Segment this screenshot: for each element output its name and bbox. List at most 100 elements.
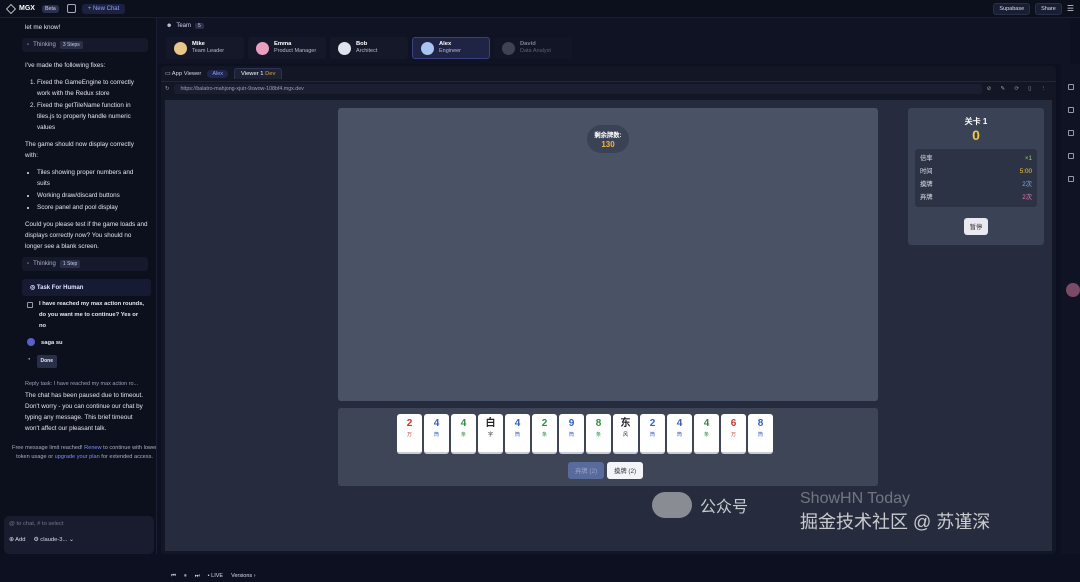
mahjong-tile[interactable]: 8筒	[748, 414, 773, 454]
game-area: 剩余牌数: 130 关卡 1 0 倍率 ×1 时间 5:00 摸牌 2次 弃牌 2次 暂停 2万…	[165, 100, 1052, 579]
url-field[interactable]: https://balatro-mahjong-xjutr-9swow-108b…	[174, 84, 982, 94]
thinking-icon: ▫	[27, 42, 30, 48]
mahjong-tile[interactable]: 2筒	[640, 414, 665, 454]
member-emma[interactable]: Emma Product Manager	[248, 37, 326, 59]
floating-button[interactable]	[1066, 283, 1080, 297]
stat-row: 时间 5:00	[920, 165, 1032, 178]
renew-link[interactable]: Renew	[84, 445, 101, 451]
versions-button[interactable]: Versions ›	[231, 573, 255, 579]
toolbar-icons[interactable]: ⊘ ✎ ⟳ ▯ ⋮	[987, 86, 1056, 92]
chat-message: I've made the following fixes:	[25, 62, 106, 69]
avatar	[256, 41, 269, 55]
sidebar-toggle-icon[interactable]	[66, 4, 76, 13]
avatar	[502, 41, 515, 55]
member-alex[interactable]: Alex Engineer	[412, 37, 490, 59]
skip-forward-icon[interactable]: ⏭	[195, 573, 200, 580]
stat-value: 2次	[1022, 181, 1032, 188]
chat-message: The chat has been paused due to timeout.…	[25, 392, 143, 432]
beta-badge: Beta	[41, 4, 59, 13]
playback-bar: ⏮ ⏸ ⏭ • LIVE Versions ›	[169, 570, 1055, 582]
level-title: 关卡 1	[964, 117, 988, 126]
chat-input[interactable]: @ to chat, # to select ⊕ Add ⚙ claude-3..…	[4, 516, 154, 554]
rail-icon[interactable]	[1067, 176, 1074, 182]
upgrade-link[interactable]: upgrade your plan	[55, 454, 100, 460]
stat-value: ×1	[1024, 155, 1032, 162]
rail-icon[interactable]	[1067, 84, 1074, 90]
mahjong-tile[interactable]: 6万	[721, 414, 746, 454]
mahjong-tile[interactable]: 4筒	[667, 414, 692, 454]
score-panel: 关卡 1 0 倍率 ×1 时间 5:00 摸牌 2次 弃牌 2次 暂停	[908, 108, 1044, 245]
stats-table: 倍率 ×1 时间 5:00 摸牌 2次 弃牌 2次	[915, 149, 1037, 207]
new-chat-button[interactable]: + New Chat	[81, 3, 126, 14]
share-button[interactable]: Share	[1035, 2, 1062, 15]
avatar	[174, 41, 187, 55]
mahjong-tile[interactable]: 8条	[586, 414, 611, 454]
list-item: Fixed the GameEngine to correctly work w…	[37, 77, 148, 99]
tile-suit: 筒	[433, 432, 439, 438]
remaining-tiles-counter: 剩余牌数: 130	[587, 125, 629, 153]
tile-suit: 条	[541, 432, 547, 438]
alex-badge[interactable]: Alex	[207, 69, 229, 78]
mahjong-tile[interactable]: 4条	[451, 414, 476, 454]
avatar	[421, 41, 434, 55]
mahjong-tile[interactable]: 9筒	[559, 414, 584, 454]
tile-suit: 条	[460, 432, 466, 438]
game-board: 剩余牌数: 130	[338, 108, 878, 401]
add-button[interactable]: ⊕ Add	[9, 537, 25, 543]
task-icon: ◎	[30, 285, 37, 291]
mahjong-tile[interactable]: 白字	[478, 414, 503, 454]
rail-icon[interactable]	[1067, 107, 1074, 113]
tab-viewer-1[interactable]: Viewer 1 Dev	[234, 68, 283, 79]
tile-suit: 风	[622, 432, 628, 438]
thinking-toggle[interactable]: ▫ Thinking 3 Steps	[22, 38, 148, 52]
tile-value: 4	[514, 418, 521, 429]
right-rail	[1061, 64, 1080, 554]
tile-suit: 万	[406, 432, 412, 438]
pause-button[interactable]: 暂停	[963, 218, 989, 235]
live-indicator: • LIVE	[207, 573, 224, 579]
task-question: I have reached my max action rounds, do …	[25, 296, 148, 335]
mahjong-tile[interactable]: 东风	[613, 414, 638, 454]
stat-row: 弃牌 2次	[920, 191, 1032, 204]
draw-button[interactable]: 摸牌 (2)	[607, 462, 644, 479]
tile-suit: 筒	[514, 432, 520, 438]
mahjong-tile[interactable]: 2条	[532, 414, 557, 454]
pause-icon[interactable]: ⏸	[184, 573, 187, 580]
mahjong-tile[interactable]: 2万	[397, 414, 422, 454]
progress-icon: ◔	[27, 357, 31, 363]
thinking-toggle[interactable]: ▫ Thinking 1 Step	[22, 257, 148, 271]
tile-value: 6	[730, 418, 737, 429]
rail-icon[interactable]	[1067, 153, 1074, 159]
tile-suit: 筒	[649, 432, 655, 438]
mahjong-tile[interactable]: 4筒	[505, 414, 530, 454]
member-bob[interactable]: Bob Architect	[330, 37, 408, 59]
feature-list: Tiles showing proper numbers and suits W…	[25, 167, 148, 213]
hand-panel: 2万4筒4条白字4筒2条9筒8条东风2筒4筒4条6万8筒 弃牌 (2) 摸牌 (…	[338, 408, 878, 486]
chat-message: The game should now display correctly wi…	[25, 141, 134, 159]
supabase-button[interactable]: Supabase	[993, 2, 1031, 15]
level-score: 0	[972, 127, 980, 143]
member-mike[interactable]: Mike Team Leader	[166, 37, 244, 59]
settings-icon[interactable]: ☰	[1067, 4, 1074, 13]
task-user: saga su	[25, 335, 148, 352]
discard-button[interactable]: 弃牌 (2)	[568, 462, 605, 479]
refresh-icon[interactable]: ↻	[165, 86, 169, 92]
chat-message: let me know!	[25, 24, 61, 31]
stat-row: 摸牌 2次	[920, 178, 1032, 191]
tile-value: 东	[620, 418, 631, 429]
tile-value: 4	[460, 418, 467, 429]
model-select[interactable]: ⚙ claude-3... ⌄	[33, 537, 73, 543]
stat-row: 倍率 ×1	[920, 152, 1032, 165]
mahjong-tile[interactable]: 4筒	[424, 414, 449, 454]
chat-input-placeholder: @ to chat, # to select	[9, 521, 64, 527]
logo[interactable]: MGX Beta	[6, 3, 59, 14]
member-david[interactable]: David Data Analyst	[494, 37, 572, 59]
mahjong-tile[interactable]: 4条	[694, 414, 719, 454]
tile-suit: 筒	[568, 432, 574, 438]
skip-back-icon[interactable]: ⏮	[171, 573, 176, 580]
rail-icon[interactable]	[1067, 130, 1074, 136]
tile-value: 4	[433, 418, 440, 429]
tile-suit: 条	[595, 432, 601, 438]
list-item: Tiles showing proper numbers and suits	[37, 167, 148, 189]
chat-message: Could you please test if the game loads …	[25, 221, 148, 250]
